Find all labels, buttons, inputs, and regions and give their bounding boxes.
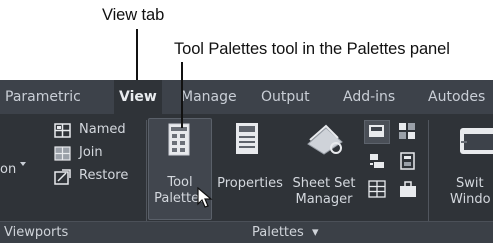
named-viewports-button[interactable]: Named	[54, 122, 144, 142]
switch-windows-label-line1: Swit	[456, 176, 484, 191]
properties-label: Properties	[217, 176, 283, 191]
sheet-set-label-line2: Manager	[295, 192, 353, 207]
sheet-set-manager-button[interactable]: Sheet Set Manager	[290, 120, 358, 218]
dbconnect-icon[interactable]	[368, 180, 386, 198]
design-center-icon	[369, 125, 384, 137]
tool-palettes-leader-line	[181, 62, 183, 128]
join-label: Join	[79, 145, 103, 160]
switch-windows-label-line2: Windo	[450, 192, 491, 207]
dropdown-caret-icon[interactable]	[20, 162, 26, 166]
markup-set-manager-icon[interactable]	[368, 152, 386, 170]
tab-manage[interactable]: Manage	[181, 80, 237, 114]
external-references-icon[interactable]	[398, 122, 416, 140]
tool-palettes-callout: Tool Palettes tool in the Palettes panel	[174, 40, 450, 58]
viewports-panel-title[interactable]: Viewports	[4, 225, 68, 240]
autocad-ribbon: Parametric View Manage Output Add-ins Au…	[0, 80, 493, 243]
view-tab-callout: View tab	[102, 6, 165, 24]
chevron-down-icon: ▾	[311, 225, 319, 240]
tab-view[interactable]: View	[114, 80, 162, 114]
properties-button[interactable]: Properties	[212, 120, 288, 218]
tab-output[interactable]: Output	[261, 80, 310, 114]
named-viewports-icon	[54, 123, 71, 138]
switch-windows-button[interactable]: Swit Windo	[446, 120, 493, 218]
tab-add-ins[interactable]: Add-ins	[343, 80, 395, 114]
palettes-panel-title[interactable]: Palettes ▾	[252, 225, 318, 240]
palettes-panel-title-text: Palettes	[252, 225, 304, 240]
partial-label: on	[0, 162, 17, 177]
tab-parametric[interactable]: Parametric	[5, 80, 81, 114]
restore-label: Restore	[79, 168, 129, 183]
restore-viewports-button[interactable]: Restore	[54, 168, 144, 188]
properties-icon	[236, 123, 258, 154]
design-center-button[interactable]	[364, 120, 390, 144]
switch-windows-icon	[460, 128, 493, 154]
named-label: Named	[79, 122, 126, 137]
sheet-set-manager-icon	[307, 124, 343, 155]
tool-palettes-icon	[168, 123, 190, 156]
join-viewports-icon	[54, 146, 71, 161]
tab-autodesk[interactable]: Autodes	[428, 80, 485, 114]
sheet-set-label-line1: Sheet Set	[292, 176, 356, 191]
toolbox-icon[interactable]	[399, 180, 417, 198]
panel-title-bar: Viewports Palettes ▾	[0, 221, 493, 243]
mouse-cursor-icon	[197, 187, 213, 208]
restore-viewports-icon	[54, 169, 71, 185]
quickcalc-icon[interactable]	[400, 152, 416, 170]
ribbon-tab-bar: Parametric View Manage Output Add-ins Au…	[0, 80, 493, 114]
join-viewports-button[interactable]: Join	[54, 145, 144, 165]
